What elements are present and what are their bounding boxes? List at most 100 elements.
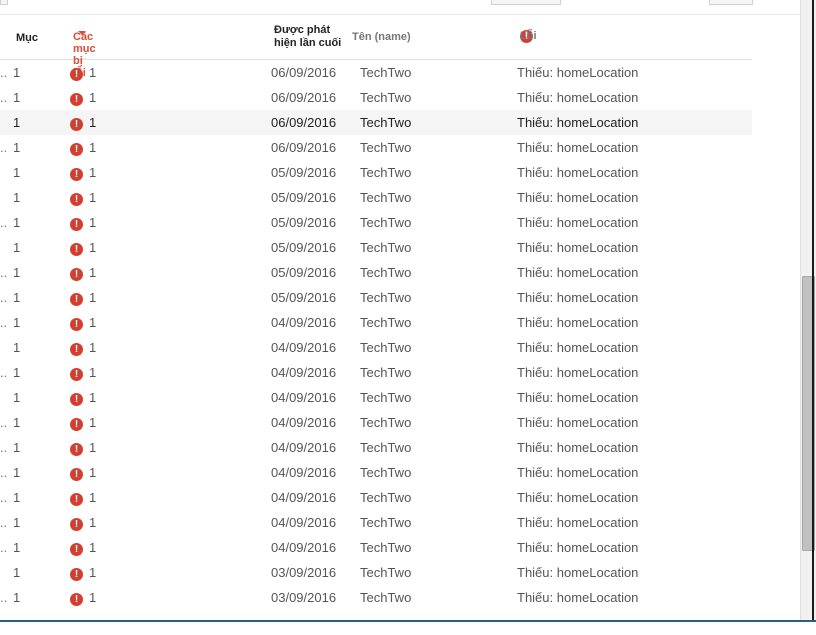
row-prefix-ellipsis: .. — [0, 415, 8, 430]
table-row[interactable]: .. 1 1 04/09/2016 TechTwo Thiếu: homeLocation… — [0, 310, 752, 335]
row-prefix-ellipsis: .. — [0, 365, 8, 380]
cell-error: Thiếu: homeLocation — [517, 365, 639, 380]
table-row[interactable]: 1 1 04/09/2016 TechTwo Thiếu: homeLocation! — [0, 335, 752, 360]
cell-error-count: 1 — [89, 590, 97, 605]
cell-error-count: 1 — [89, 415, 97, 430]
row-prefix-ellipsis: .. — [0, 540, 8, 555]
cell-error: Thiếu: homeLocation — [517, 165, 639, 180]
table-header: Mục Các mục bị lỗi Được pháthiện lần cuố… — [0, 15, 752, 79]
cell-error-count: 1 — [89, 340, 97, 355]
cell-error: Thiếu: homeLocation — [517, 265, 639, 280]
column-header-muc[interactable]: Mục — [16, 32, 38, 44]
error-circle-icon: ! — [70, 166, 83, 182]
row-prefix-ellipsis: .. — [0, 590, 8, 605]
cell-name: TechTwo — [360, 290, 412, 305]
cell-date: 05/09/2016 — [271, 215, 337, 230]
row-prefix-ellipsis: .. — [0, 465, 8, 480]
row-prefix-ellipsis: .. — [0, 290, 8, 305]
table-row[interactable]: .. 1 1 06/09/2016 TechTwo Thiếu: homeLocation… — [0, 85, 752, 110]
cell-error: Thiếu: homeLocation — [517, 240, 639, 255]
table-row[interactable]: 1 1 05/09/2016 TechTwo Thiếu: homeLocation! — [0, 160, 752, 185]
cell-date: 06/09/2016 — [271, 140, 337, 155]
cell-muc: 1 — [13, 240, 21, 255]
cell-error: Thiếu: homeLocation — [517, 315, 639, 330]
column-header-duoc-line1: Được phát — [274, 24, 331, 36]
cell-error: Thiếu: homeLocation — [517, 90, 639, 105]
cell-error-count: 1 — [89, 540, 97, 555]
error-circle-icon: ! — [70, 366, 83, 382]
cell-muc: 1 — [13, 540, 21, 555]
cell-name: TechTwo — [360, 565, 412, 580]
cell-muc: 1 — [13, 515, 21, 530]
table-row[interactable]: .. 1 1 05/09/2016 TechTwo Thiếu: homeLocation… — [0, 285, 752, 310]
cell-date: 03/09/2016 — [271, 590, 337, 605]
cell-muc: 1 — [13, 590, 21, 605]
table-row[interactable]: 1 1 05/09/2016 TechTwo Thiếu: homeLocation! — [0, 235, 752, 260]
error-circle-icon: ! — [70, 566, 83, 582]
error-circle-icon: ! — [70, 466, 83, 482]
cell-name: TechTwo — [360, 190, 412, 205]
cell-date: 06/09/2016 — [271, 65, 337, 80]
cell-date: 04/09/2016 — [271, 315, 337, 330]
cell-date: 04/09/2016 — [271, 490, 337, 505]
cell-error-count: 1 — [89, 165, 97, 180]
table-row[interactable]: .. 1 1 04/09/2016 TechTwo Thiếu: homeLocation… — [0, 360, 752, 385]
cell-error-count: 1 — [89, 215, 97, 230]
error-circle-icon: ! — [70, 116, 83, 132]
column-header-duoc-line2: hiện lần cuối — [274, 37, 342, 49]
table-row[interactable]: .. 1 1 04/09/2016 TechTwo Thiếu: homeLocation… — [0, 435, 752, 460]
error-circle-icon: ! — [70, 541, 83, 557]
cell-error-count: 1 — [89, 440, 97, 455]
cell-name: TechTwo — [360, 365, 412, 380]
table-row[interactable]: .. 1 1 04/09/2016 TechTwo Thiếu: homeLocation… — [0, 535, 752, 560]
cell-error-count: 1 — [89, 465, 97, 480]
error-circle-icon: ! — [70, 316, 83, 332]
cell-error-count: 1 — [89, 65, 97, 80]
cell-name: TechTwo — [360, 415, 412, 430]
table-row[interactable]: .. 1 1 04/09/2016 TechTwo Thiếu: homeLocation… — [0, 410, 752, 435]
table-row[interactable]: .. 1 1 05/09/2016 TechTwo Thiếu: homeLocation… — [0, 210, 752, 235]
cell-error: Thiếu: homeLocation — [517, 415, 639, 430]
caret-down-icon — [78, 31, 86, 35]
table-row[interactable]: .. 1 1 04/09/2016 TechTwo Thiếu: homeLocation… — [0, 485, 752, 510]
cell-error-count: 1 — [89, 515, 97, 530]
table-row[interactable]: 1 1 03/09/2016 TechTwo Thiếu: homeLocation! — [0, 560, 752, 585]
cell-muc: 1 — [13, 340, 21, 355]
toolbar-control-middle[interactable] — [491, 0, 561, 5]
error-circle-icon: ! — [70, 141, 83, 157]
top-toolbar — [0, 0, 800, 15]
cell-error: Thiếu: homeLocation — [517, 565, 639, 580]
column-header-ten[interactable]: Tên (name) — [352, 31, 411, 43]
cell-error: Thiếu: homeLocation — [517, 65, 639, 80]
table-row[interactable]: .. 1 1 04/09/2016 TechTwo Thiếu: homeLocation… — [0, 510, 752, 535]
cell-name: TechTwo — [360, 315, 412, 330]
cell-error-count: 1 — [89, 390, 97, 405]
cell-error-count: 1 — [89, 190, 97, 205]
error-circle-icon: ! — [70, 191, 83, 207]
table-row[interactable]: .. 1 1 06/09/2016 TechTwo Thiếu: homeLocation… — [0, 135, 752, 160]
cell-muc: 1 — [13, 140, 21, 155]
table-row[interactable]: 1 1 05/09/2016 TechTwo Thiếu: homeLocation! — [0, 185, 752, 210]
table-row-partial[interactable] — [0, 610, 752, 635]
cell-muc: 1 — [13, 165, 21, 180]
cell-muc: 1 — [13, 265, 21, 280]
cell-error-count: 1 — [89, 315, 97, 330]
table-row[interactable]: 1 1 04/09/2016 TechTwo Thiếu: homeLocation! — [0, 385, 752, 410]
column-header-duoc-phat-hien[interactable]: Được phát hiện lần cuối — [274, 24, 354, 49]
table-row[interactable]: 1 1 06/09/2016 TechTwo Thiếu: homeLocation! — [0, 110, 752, 135]
table-row[interactable]: .. 1 1 03/09/2016 TechTwo Thiếu: homeLocation… — [0, 585, 752, 610]
row-prefix-ellipsis: .. — [0, 490, 8, 505]
row-prefix-ellipsis: .. — [0, 440, 8, 455]
row-prefix-ellipsis: .. — [0, 315, 8, 330]
toolbar-control-left[interactable] — [0, 0, 8, 5]
cell-error: Thiếu: homeLocation — [517, 490, 639, 505]
table-row[interactable]: .. 1 1 04/09/2016 TechTwo Thiếu: homeLocation… — [0, 460, 752, 485]
table-row[interactable]: .. 1 1 05/09/2016 TechTwo Thiếu: homeLocation… — [0, 260, 752, 285]
row-prefix-ellipsis: .. — [0, 90, 8, 105]
table-row[interactable]: .. 1 1 06/09/2016 TechTwo Thiếu: homeLocation… — [0, 60, 752, 85]
cell-date: 06/09/2016 — [271, 90, 337, 105]
cell-muc: 1 — [13, 565, 21, 580]
toolbar-control-right[interactable] — [709, 0, 753, 5]
cell-name: TechTwo — [360, 465, 412, 480]
cell-error: Thiếu: homeLocation — [517, 540, 639, 555]
